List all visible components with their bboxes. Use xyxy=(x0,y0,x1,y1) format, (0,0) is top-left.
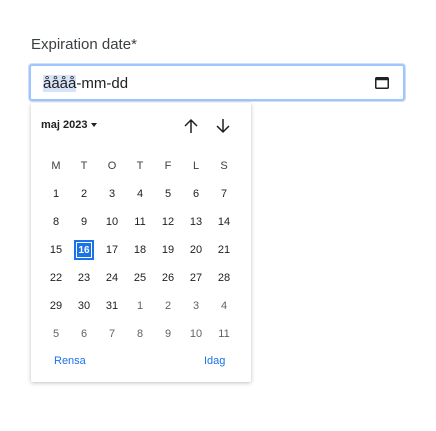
day-cell[interactable]: 28 xyxy=(210,264,238,292)
selected-day-label: 16 xyxy=(77,243,91,257)
weekday-header: T xyxy=(80,160,88,172)
day-cell-other-month[interactable]: 3 xyxy=(182,292,210,320)
date-input-text[interactable]: åååå-mm-dd xyxy=(43,75,128,92)
day-cell[interactable]: 31 xyxy=(98,292,126,320)
day-cell[interactable]: 10 xyxy=(98,208,126,236)
day-cell[interactable]: 11 xyxy=(126,208,154,236)
weekday-header: T xyxy=(136,160,144,172)
day-cell-other-month[interactable]: 11 xyxy=(210,320,238,348)
caret-down-icon xyxy=(91,123,98,127)
day-cell[interactable]: 13 xyxy=(182,208,210,236)
day-cell[interactable]: 30 xyxy=(70,292,98,320)
day-cell[interactable]: 5 xyxy=(154,180,182,208)
weekday-header: M xyxy=(51,160,61,172)
day-cell-other-month[interactable]: 4 xyxy=(210,292,238,320)
day-cell[interactable]: 17 xyxy=(98,236,126,264)
day-cell-other-month[interactable]: 8 xyxy=(126,320,154,348)
weekday-header: S xyxy=(220,160,228,172)
expiration-date-input[interactable]: åååå-mm-dd xyxy=(29,64,405,101)
weekday-header: O xyxy=(107,160,117,172)
clear-button[interactable]: Rensa xyxy=(54,355,86,367)
day-cell-other-month[interactable]: 1 xyxy=(126,292,154,320)
day-cell[interactable]: 7 xyxy=(210,180,238,208)
day-cell[interactable]: 22 xyxy=(42,264,70,292)
day-cell[interactable]: 23 xyxy=(70,264,98,292)
day-cell[interactable]: 24 xyxy=(98,264,126,292)
day-cell[interactable]: 12 xyxy=(154,208,182,236)
calendar-icon[interactable] xyxy=(375,76,389,89)
day-cell-selected[interactable]: 16 xyxy=(70,236,98,264)
day-cell-other-month[interactable]: 10 xyxy=(182,320,210,348)
arrow-down-icon[interactable] xyxy=(215,117,231,135)
day-cell[interactable]: 26 xyxy=(154,264,182,292)
day-cell-other-month[interactable]: 2 xyxy=(154,292,182,320)
selected-day-focus-ring: 16 xyxy=(74,240,94,260)
day-cell[interactable]: 19 xyxy=(154,236,182,264)
month-year-label: maj 2023 xyxy=(41,119,88,131)
day-cell-other-month[interactable]: 9 xyxy=(154,320,182,348)
day-cell[interactable]: 20 xyxy=(182,236,210,264)
day-cell[interactable]: 14 xyxy=(210,208,238,236)
today-button[interactable]: Idag xyxy=(204,355,225,367)
day-cell-other-month[interactable]: 5 xyxy=(42,320,70,348)
day-cell[interactable]: 18 xyxy=(126,236,154,264)
calendar-grid: M T O T F L S 1 2 3 4 5 6 7 8 9 10 11 12 13 14 15 16 17 18 19 20 21… xyxy=(42,152,238,348)
day-cell[interactable]: 1 xyxy=(42,180,70,208)
month-year-selector[interactable]: maj 2023 xyxy=(41,119,98,131)
day-cell[interactable]: 6 xyxy=(182,180,210,208)
day-cell[interactable]: 3 xyxy=(98,180,126,208)
month-day-segments[interactable]: -mm-dd xyxy=(76,75,128,92)
day-cell[interactable]: 29 xyxy=(42,292,70,320)
weekday-header: L xyxy=(192,160,200,172)
day-cell[interactable]: 4 xyxy=(126,180,154,208)
day-cell[interactable]: 2 xyxy=(70,180,98,208)
day-cell[interactable]: 15 xyxy=(42,236,70,264)
day-cell[interactable]: 25 xyxy=(126,264,154,292)
day-cell[interactable]: 8 xyxy=(42,208,70,236)
field-label: Expiration date* xyxy=(31,36,137,53)
weekday-header: F xyxy=(164,160,172,172)
day-cell-other-month[interactable]: 7 xyxy=(98,320,126,348)
day-cell[interactable]: 27 xyxy=(182,264,210,292)
day-cell[interactable]: 9 xyxy=(70,208,98,236)
date-picker-popup: maj 2023 M T O T F L S 1 2 3 4 5 6 7 8 9 10 11 12 13 14 15 16 1… xyxy=(31,103,251,382)
year-segment[interactable]: åååå xyxy=(43,75,77,92)
day-cell-other-month[interactable]: 6 xyxy=(70,320,98,348)
arrow-up-icon[interactable] xyxy=(183,117,199,135)
day-cell[interactable]: 21 xyxy=(210,236,238,264)
